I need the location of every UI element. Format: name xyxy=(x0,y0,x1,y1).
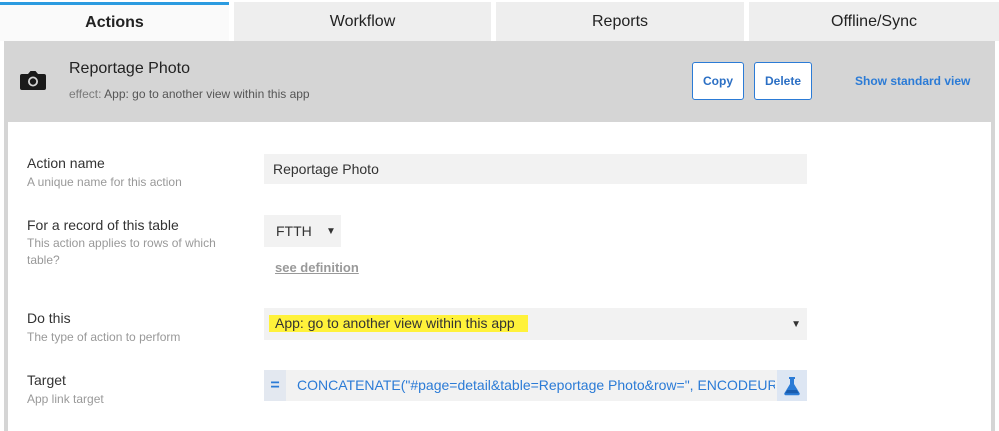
table-label: For a record of this table xyxy=(27,217,179,233)
action-panel: Reportage Photo effect: App: go to anoth… xyxy=(4,41,995,431)
do-this-select-value: App: go to another view within this app xyxy=(269,315,528,332)
delete-button[interactable]: Delete xyxy=(754,62,812,100)
show-standard-view-link[interactable]: Show standard view xyxy=(855,74,970,88)
caret-down-icon: ▼ xyxy=(791,319,801,330)
caret-down-icon: ▼ xyxy=(326,226,336,237)
expression-equals-icon[interactable]: = xyxy=(264,370,286,401)
do-this-select[interactable]: App: go to another view within this app … xyxy=(264,308,807,340)
target-help: App link target xyxy=(27,392,104,406)
action-title: Reportage Photo xyxy=(69,60,190,77)
action-name-label: Action name xyxy=(27,155,105,171)
table-help: This action applies to rows of which tab… xyxy=(27,236,216,267)
effect-label: effect: xyxy=(69,87,102,101)
action-form: Action name A unique name for this actio… xyxy=(8,122,991,431)
see-definition-link[interactable]: see definition xyxy=(275,260,359,275)
tab-offline-sync[interactable]: Offline/Sync xyxy=(749,2,999,41)
action-name-help: A unique name for this action xyxy=(27,175,182,189)
tab-bar: Actions Workflow Reports Offline/Sync xyxy=(0,0,999,42)
action-effect: effect: App: go to another view within t… xyxy=(69,87,310,101)
flask-icon-glyph xyxy=(784,376,800,395)
flask-icon[interactable] xyxy=(777,370,807,401)
copy-button[interactable]: Copy xyxy=(692,62,744,100)
target-expression-field[interactable]: = CONCATENATE("#page=detail&table=Report… xyxy=(264,370,807,401)
effect-value: App: go to another view within this app xyxy=(104,87,310,101)
action-header[interactable]: Reportage Photo effect: App: go to anoth… xyxy=(4,41,995,121)
do-this-label: Do this xyxy=(27,310,71,326)
target-label: Target xyxy=(27,372,66,388)
tab-workflow[interactable]: Workflow xyxy=(234,2,491,41)
camera-icon xyxy=(20,71,46,90)
tab-reports[interactable]: Reports xyxy=(496,2,744,41)
do-this-help: The type of action to perform xyxy=(27,330,181,344)
table-select[interactable]: FTTH ▼ xyxy=(264,215,341,247)
table-select-value: FTTH xyxy=(276,223,312,239)
action-name-input[interactable]: Reportage Photo xyxy=(264,154,807,184)
target-expression-text: CONCATENATE("#page=detail&table=Reportag… xyxy=(297,377,775,393)
tab-actions[interactable]: Actions xyxy=(0,2,229,41)
